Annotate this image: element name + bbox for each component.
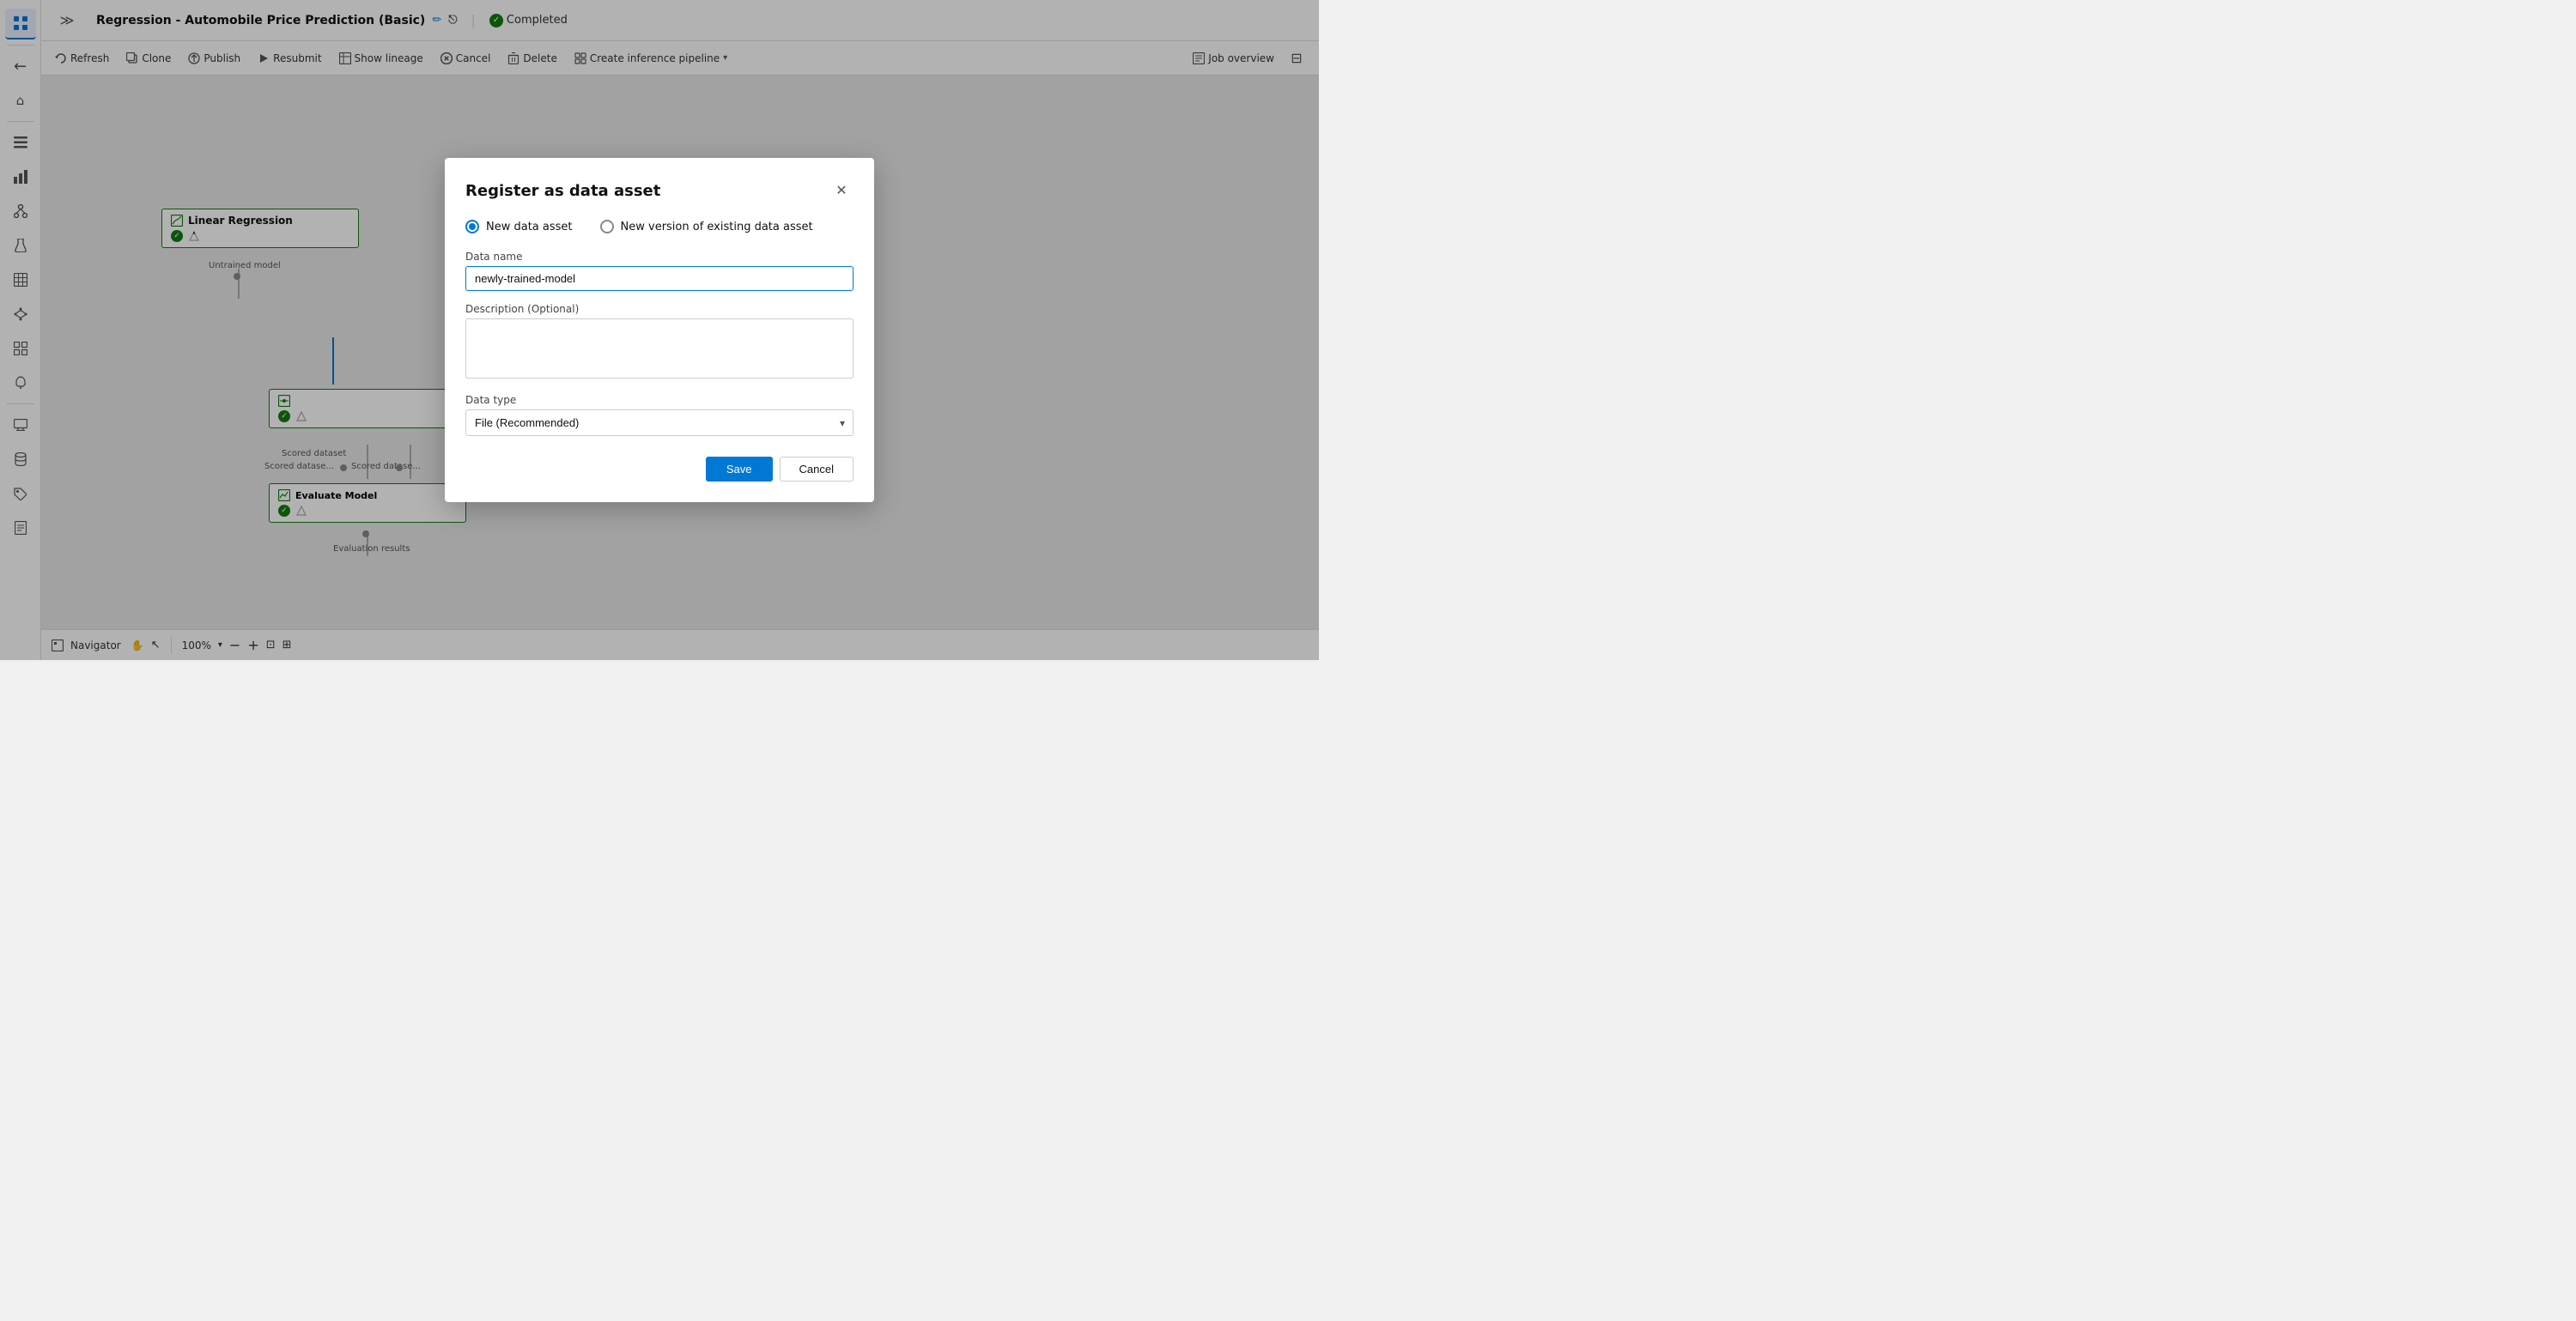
radio-new-asset[interactable]: New data asset — [465, 220, 573, 233]
modal-header: Register as data asset ✕ — [465, 179, 854, 203]
radio-existing-asset[interactable]: New version of existing data asset — [600, 220, 813, 233]
description-textarea[interactable] — [465, 318, 854, 379]
modal-close-button[interactable]: ✕ — [829, 179, 854, 203]
radio-new-asset-circle — [465, 220, 479, 233]
modal-backdrop: Register as data asset ✕ New data asset … — [0, 0, 1319, 660]
data-name-input[interactable] — [465, 266, 854, 291]
data-type-label: Data type — [465, 394, 854, 406]
save-button[interactable]: Save — [706, 457, 773, 482]
data-name-label: Data name — [465, 251, 854, 263]
modal-title: Register as data asset — [465, 182, 660, 200]
data-type-select[interactable]: File (Recommended) Folder Table (mltable… — [465, 409, 854, 436]
register-data-asset-modal: Register as data asset ✕ New data asset … — [445, 158, 874, 502]
radio-existing-asset-circle — [600, 220, 614, 233]
description-label: Description (Optional) — [465, 303, 854, 315]
cancel-button[interactable]: Cancel — [780, 457, 854, 482]
radio-group: New data asset New version of existing d… — [465, 220, 854, 233]
description-field-group: Description (Optional) — [465, 303, 854, 394]
data-type-field-group: Data type File (Recommended) Folder Tabl… — [465, 394, 854, 436]
data-name-field-group: Data name — [465, 251, 854, 303]
modal-footer: Save Cancel — [465, 457, 854, 482]
